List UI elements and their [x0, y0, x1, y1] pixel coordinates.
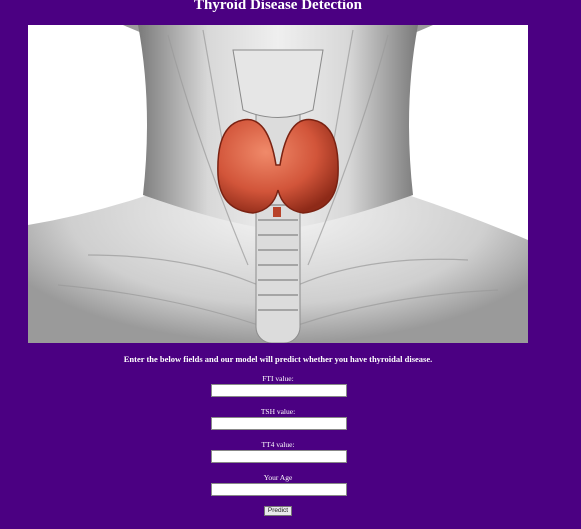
fti-label: FTI value: — [262, 374, 294, 383]
instructions-text: Enter the below fields and our model wil… — [123, 354, 433, 364]
tsh-input[interactable] — [211, 417, 347, 430]
tsh-label: TSH value: — [260, 407, 296, 416]
predict-button[interactable]: Predict — [264, 506, 292, 516]
tt4-input[interactable] — [211, 450, 347, 463]
fti-input[interactable] — [211, 384, 347, 397]
page-title: Thyroid Disease Detection — [193, 0, 363, 13]
tt4-label: TT4 value: — [261, 440, 295, 449]
age-input[interactable] — [211, 483, 347, 496]
thyroid-illustration — [28, 25, 528, 343]
age-label: Your Age — [263, 473, 293, 482]
